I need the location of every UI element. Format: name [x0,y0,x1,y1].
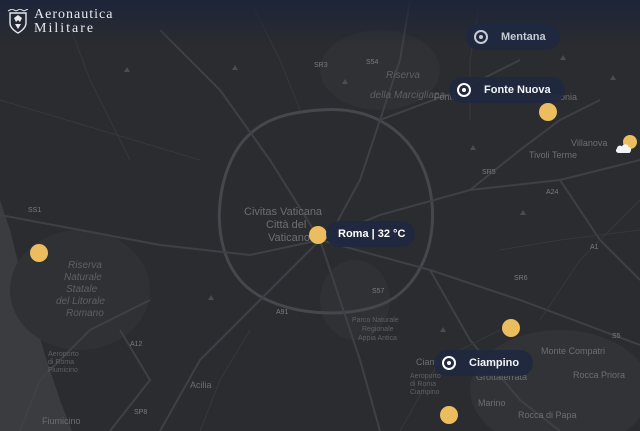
station-mentana[interactable]: Mentana [466,24,560,50]
cloud-icon [615,144,632,153]
label-monte-compatri: Monte Compatri [541,346,605,356]
road-sp8: SP8 [134,409,147,416]
label-riserva1-1: Naturale [64,272,102,283]
brand-line1: Aeronautica [34,7,114,22]
label-tivoli: Tivoli Terme [529,150,577,160]
weather-dot[interactable] [539,103,557,121]
road-s57: S57 [372,288,385,295]
road-sr6: SR6 [514,275,528,282]
target-icon [474,30,488,44]
road-s5: S5 [612,333,621,340]
road-sr3: SR3 [314,62,328,69]
station-name: Mentana [501,31,546,43]
label-villanova: Villanova [571,138,607,148]
label-acilia: Acilia [190,380,212,390]
label-civitas: Civitas Vaticana [244,206,323,218]
weather-dot[interactable] [502,319,520,337]
brand-logo[interactable]: Aeronautica Militare [7,8,113,36]
weather-dot[interactable] [30,244,48,262]
road-a91: A91 [276,309,289,316]
road-sr5: SR5 [482,169,496,176]
label-citta: Città del [266,219,306,231]
label-riserva3-0: Parco Naturale [352,317,399,324]
road-a12: A12 [130,341,143,348]
target-icon [457,83,471,97]
label-riserva1-0: Riserva [68,260,102,271]
station-ciampino[interactable]: Ciampino [434,350,534,376]
label-riserva1-3: del Litorale [56,296,105,307]
road-ss1: SS1 [28,207,41,214]
label-rocca-priora: Rocca Priora [573,370,625,380]
label-rocca-papa: Rocca di Papa [518,410,577,420]
road-a1: A1 [590,244,599,251]
label-marino: Marino [478,398,506,408]
station-name: Ciampino [469,357,520,369]
brand-line2: Militare [34,21,96,36]
label-aeroporto-0: Aeroporto [48,351,79,358]
station-fonte-nuova[interactable]: Fonte Nuova [449,77,565,103]
map-view[interactable]: Civitas Vaticana Città del Vaticano Rise… [0,0,640,431]
label-vaticano: Vaticano [268,232,310,244]
label-aeroporto2-2: Ciampino [410,389,440,396]
label-aeroporto2-0: Aeroporto [410,373,441,380]
label-aeroporto-2: Fiumicino [48,367,78,374]
target-icon [442,356,456,370]
road-s54: S54 [366,59,379,66]
station-name: Fonte Nuova [484,84,551,96]
label-riserva2-0: Riserva [386,70,420,81]
base-map[interactable]: Civitas Vaticana Città del Vaticano Rise… [0,0,640,431]
road-a24: A24 [546,189,559,196]
label-riserva1-4: Romano [66,308,104,319]
label-aeroporto2-1: di Roma [410,381,436,388]
label-riserva3-2: Appia Antica [358,335,397,342]
label-fiumicino: Fiumicino [42,416,81,426]
weather-dot[interactable] [440,406,458,424]
label-riserva3-1: Regionale [362,326,394,333]
label-riserva1-2: Statale [66,284,98,295]
label-aeroporto-1: di Roma [48,359,74,366]
eagle-crest-icon [7,9,29,34]
city-temperature-label[interactable]: Roma | 32 °C [326,221,416,247]
weather-dot-roma[interactable] [309,226,327,244]
